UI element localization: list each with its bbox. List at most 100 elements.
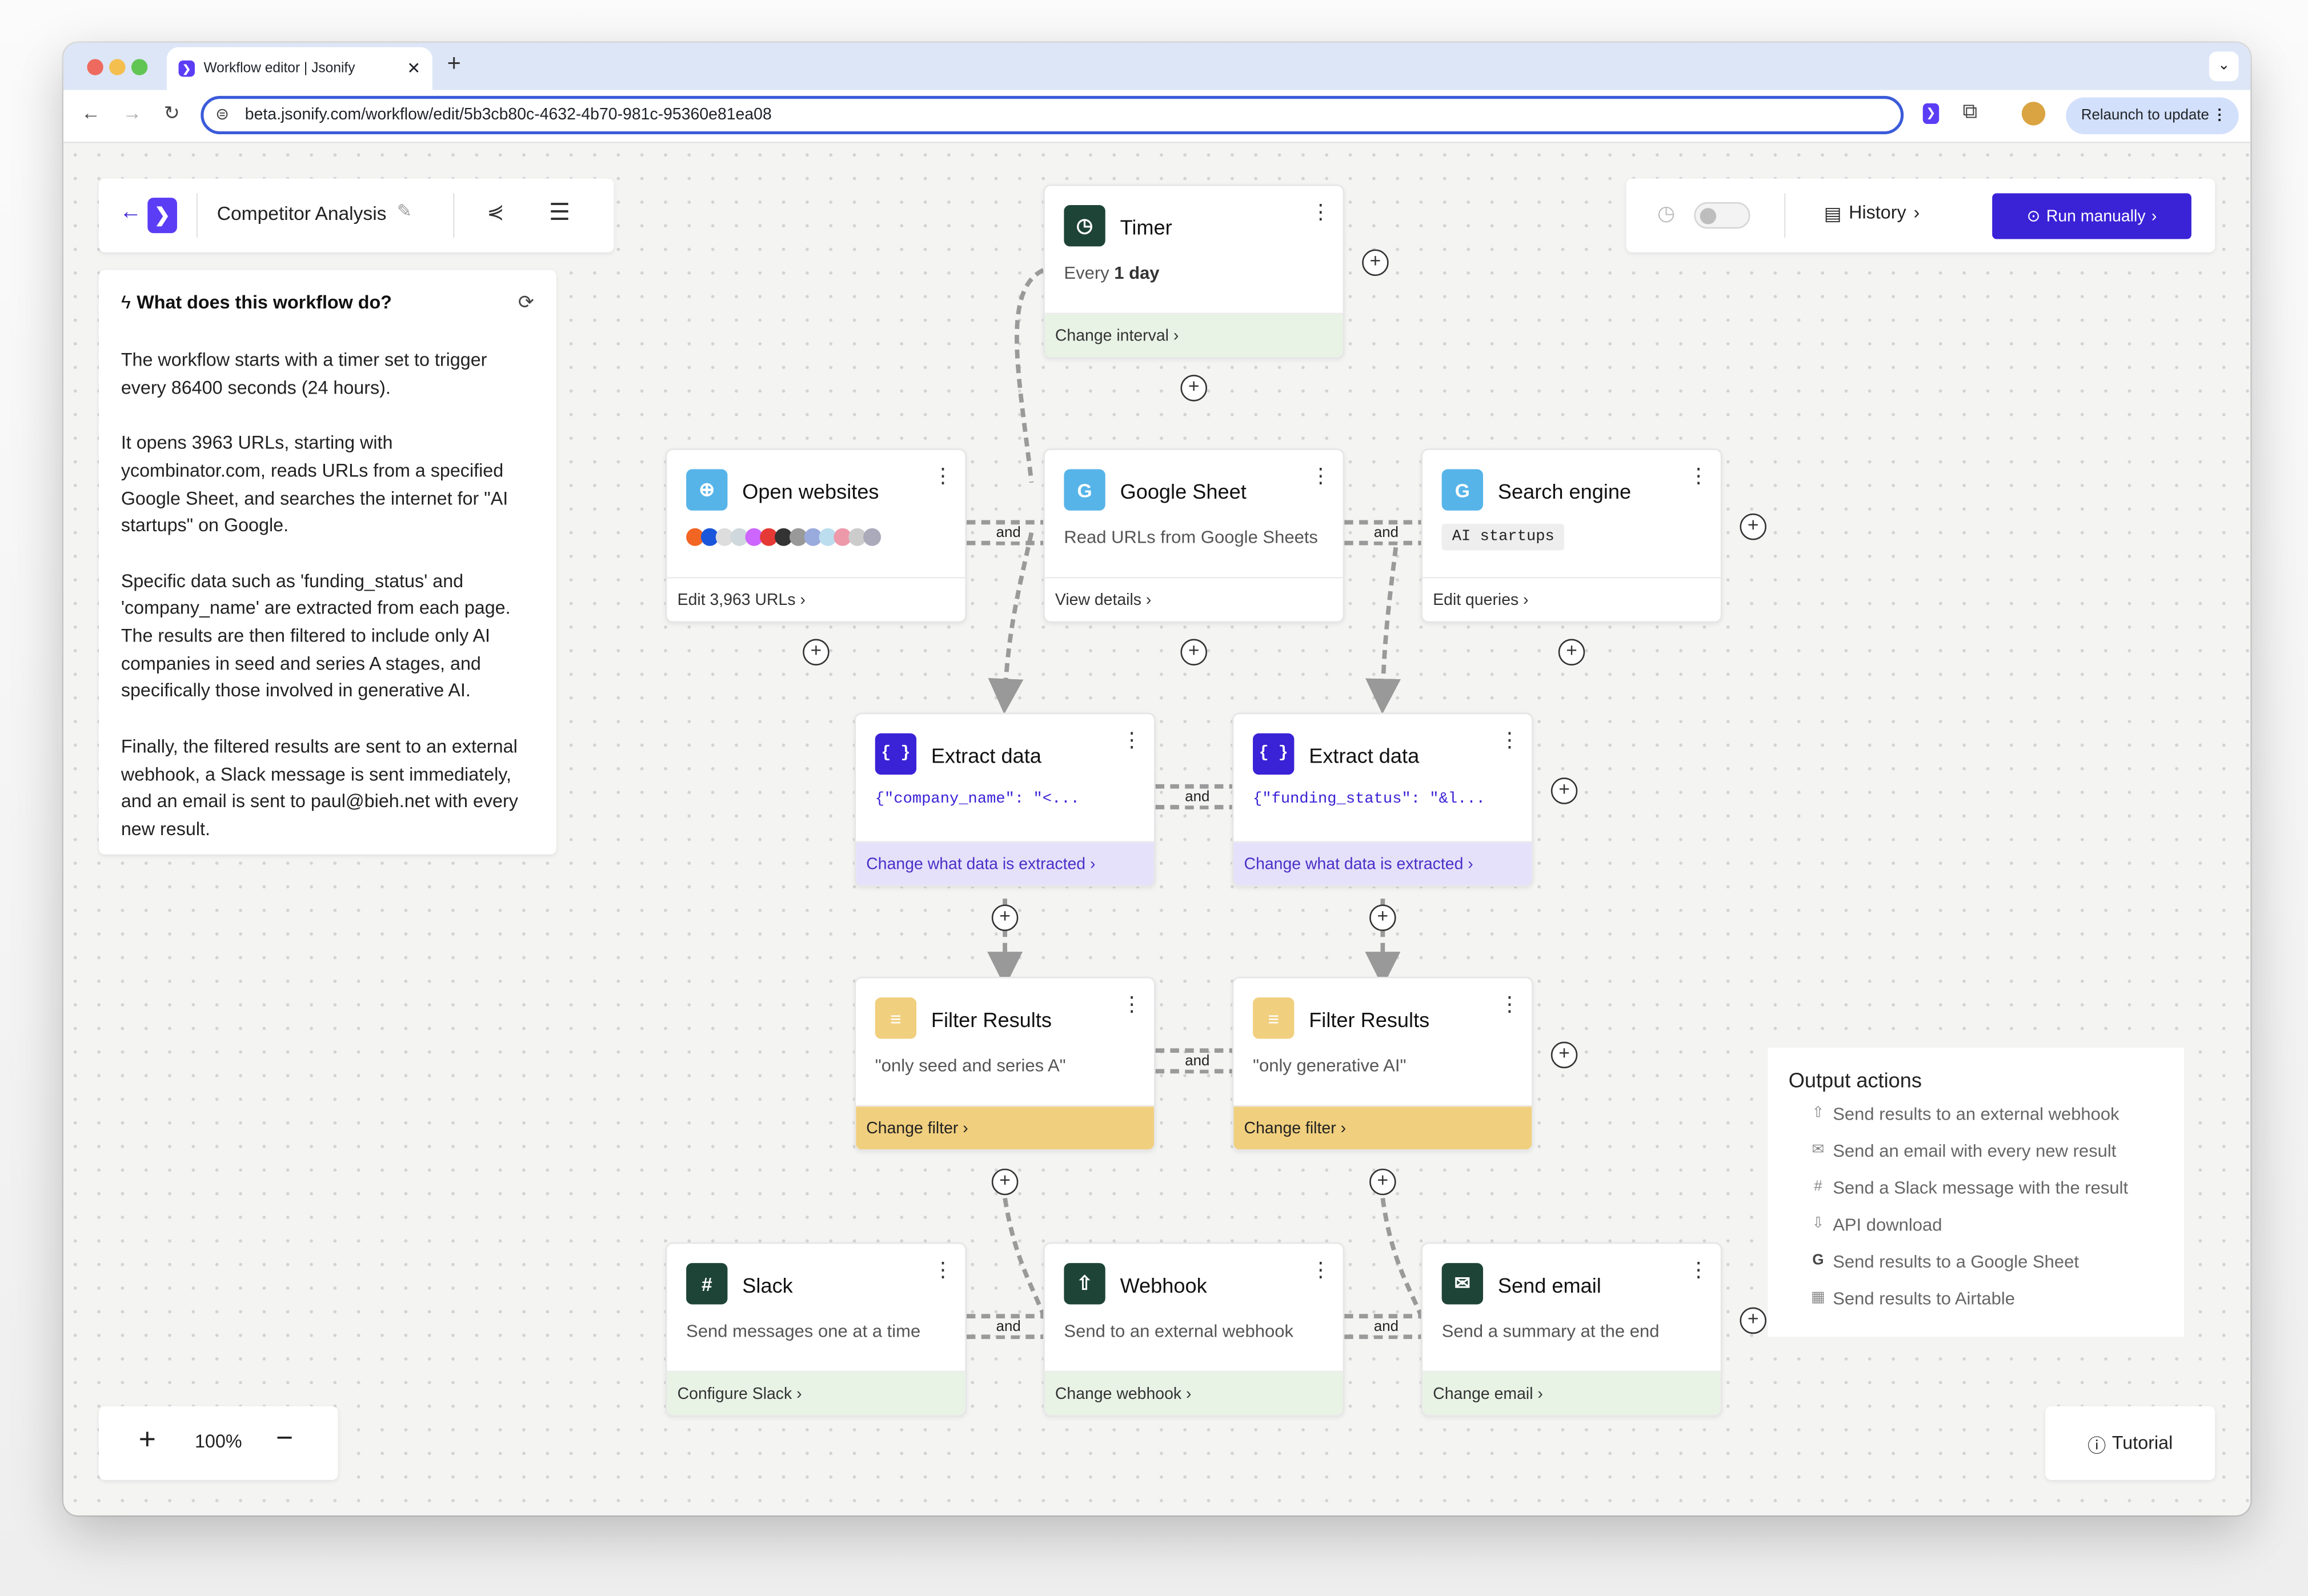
node-filter-results-2[interactable]: ≡ Filter Results ⋮ "only generative AI" … xyxy=(1232,977,1533,1151)
node-search-engine[interactable]: G Search engine ⋮ AI startups Edit queri… xyxy=(1421,448,1722,623)
change-filter-link[interactable]: Change filter › xyxy=(856,1105,1154,1150)
change-extracted-data-link[interactable]: Change what data is extracted › xyxy=(1233,841,1532,885)
add-step-plus-icon[interactable]: + xyxy=(1740,1307,1766,1334)
node-slack[interactable]: # Slack ⋮ Send messages one at a time Co… xyxy=(665,1242,967,1417)
back-arrow-icon[interactable]: ← xyxy=(81,102,101,124)
change-interval-link[interactable]: Change interval › xyxy=(1044,312,1343,358)
add-step-plus-icon[interactable]: + xyxy=(1558,639,1585,665)
configure-slack-link[interactable]: Configure Slack › xyxy=(667,1370,965,1415)
change-webhook-link[interactable]: Change webhook › xyxy=(1044,1370,1343,1415)
workflow-title[interactable]: Competitor Analysis xyxy=(217,202,387,224)
site-info-icon[interactable]: ⊜ xyxy=(215,105,229,124)
run-manually-button[interactable]: ⊙ Run manually › xyxy=(1992,193,2191,239)
history-button[interactable]: ▤ History › xyxy=(1824,202,1920,224)
chevron-right-icon: › xyxy=(1913,202,1920,223)
node-title: Extract data xyxy=(1309,743,1420,768)
node-webhook[interactable]: ⇧ Webhook ⋮ Send to an external webhook … xyxy=(1043,1242,1345,1417)
reload-icon[interactable]: ↻ xyxy=(164,102,180,125)
browser-tab[interactable]: ❯ Workflow editor | Jsonify ✕ xyxy=(166,47,432,90)
add-step-plus-icon[interactable]: + xyxy=(991,904,1019,931)
relaunch-button[interactable]: Relaunch to update ⋮ xyxy=(2066,97,2239,135)
more-vertical-icon[interactable]: ⋮ xyxy=(1311,200,1331,221)
close-window-button[interactable] xyxy=(87,59,103,75)
node-google-sheet[interactable]: G Google Sheet ⋮ Read URLs from Google S… xyxy=(1043,448,1345,623)
more-vertical-icon[interactable]: ⋮ xyxy=(1121,729,1142,749)
share-icon[interactable]: ⋞ xyxy=(487,199,504,224)
extract-schema-preview: {"funding_status": "&l... xyxy=(1253,791,1485,809)
more-vertical-icon[interactable]: ⋮ xyxy=(1499,729,1520,749)
node-open-websites[interactable]: ⊕ Open websites ⋮ Edit 3,963 URLs › xyxy=(665,448,967,623)
and-label: and xyxy=(1369,1319,1403,1336)
url-field[interactable]: ⊜ beta.jsonify.com/workflow/edit/5b3cb80… xyxy=(201,95,1904,135)
edit-queries-link[interactable]: Edit queries › xyxy=(1423,576,1721,621)
query-tag: AI startups xyxy=(1441,524,1565,551)
google-g-icon: G xyxy=(1441,469,1484,511)
output-action-email[interactable]: ✉ Send an email with every new result xyxy=(1809,1132,2184,1169)
change-filter-link[interactable]: Change filter › xyxy=(1233,1105,1532,1150)
node-extract-data-2[interactable]: { } Extract data ⋮ {"funding_status": "&… xyxy=(1232,712,1533,887)
output-action-api-download[interactable]: ⇩ API download xyxy=(1809,1205,2184,1242)
extensions-puzzle-icon[interactable]: ⧉ xyxy=(1963,99,1978,124)
node-description: Every 1 day xyxy=(1064,262,1160,283)
output-actions-panel: Output actions ⇧ Send results to an exter… xyxy=(1768,1048,2184,1337)
jsonify-extension-icon[interactable]: ❯ xyxy=(1922,103,1940,124)
forward-arrow-icon[interactable]: → xyxy=(122,102,142,124)
output-action-slack[interactable]: # Send a Slack message with the result xyxy=(1809,1169,2184,1206)
zoom-in-plus-icon[interactable]: + xyxy=(139,1424,156,1458)
profile-avatar[interactable] xyxy=(2021,102,2046,126)
node-filter-results-1[interactable]: ≡ Filter Results ⋮ "only seed and series… xyxy=(854,977,1156,1151)
output-action-webhook[interactable]: ⇧ Send results to an external webhook xyxy=(1809,1095,2184,1132)
new-tab-icon[interactable]: + xyxy=(447,51,461,78)
add-step-plus-icon[interactable]: + xyxy=(1362,249,1389,276)
node-title: Filter Results xyxy=(1309,1008,1430,1032)
node-extract-data-1[interactable]: { } Extract data ⋮ {"company_name": "<..… xyxy=(854,712,1156,887)
add-step-plus-icon[interactable]: + xyxy=(1369,904,1396,931)
more-vertical-icon[interactable]: ⋮ xyxy=(1688,465,1709,486)
edit-pencil-icon[interactable]: ✎ xyxy=(397,200,412,221)
menu-hamburger-icon[interactable]: ☰ xyxy=(549,198,570,227)
back-arrow-icon[interactable]: ← xyxy=(119,199,142,224)
more-vertical-icon[interactable]: ⋮ xyxy=(1688,1258,1709,1279)
zoom-out-minus-icon[interactable]: − xyxy=(276,1422,293,1456)
node-timer[interactable]: ◷ Timer ⋮ Every 1 day Change interval › xyxy=(1043,184,1345,359)
website-favicons xyxy=(686,528,881,546)
summary-paragraph: The workflow starts with a timer set to … xyxy=(121,350,487,398)
node-description: Send to an external webhook xyxy=(1064,1320,1293,1342)
maximize-window-button[interactable] xyxy=(131,59,148,75)
schedule-toggle[interactable] xyxy=(1694,202,1750,229)
connector-to-ex2 xyxy=(1365,532,1401,715)
slack-icon: # xyxy=(686,1263,728,1305)
slack-icon: # xyxy=(1814,1178,1822,1196)
node-send-email[interactable]: ✉ Send email ⋮ Send a summary at the end… xyxy=(1421,1242,1722,1417)
add-step-plus-icon[interactable]: + xyxy=(1550,777,1578,804)
add-step-plus-icon[interactable]: + xyxy=(1740,513,1766,540)
more-vertical-icon[interactable]: ⋮ xyxy=(1311,465,1331,486)
lightning-icon: ϟ xyxy=(121,292,131,313)
output-action-airtable[interactable]: ▦ Send results to Airtable xyxy=(1809,1280,2184,1317)
more-vertical-icon[interactable]: ⋮ xyxy=(1499,993,1520,1013)
edit-urls-link[interactable]: Edit 3,963 URLs › xyxy=(667,576,965,621)
minimize-window-button[interactable] xyxy=(109,59,126,75)
add-step-plus-icon[interactable]: + xyxy=(803,639,830,665)
change-email-link[interactable]: Change email › xyxy=(1423,1370,1721,1415)
add-step-plus-icon[interactable]: + xyxy=(1180,639,1207,665)
refresh-icon[interactable]: ⟳ xyxy=(518,291,534,314)
jsonify-logo-icon[interactable]: ❯ xyxy=(147,198,177,234)
close-tab-icon[interactable]: ✕ xyxy=(407,59,420,78)
view-details-link[interactable]: View details › xyxy=(1044,576,1343,621)
tab-search-chevron-down-icon[interactable]: ⌄ xyxy=(2209,51,2239,82)
node-title: Slack xyxy=(742,1273,793,1297)
more-vertical-icon[interactable]: ⋮ xyxy=(933,465,953,486)
add-step-plus-icon[interactable]: + xyxy=(991,1168,1019,1196)
google-g-icon: G xyxy=(1064,469,1105,511)
more-vertical-icon[interactable]: ⋮ xyxy=(933,1258,953,1279)
tutorial-button[interactable]: ⓘ Tutorial xyxy=(2045,1406,2215,1480)
workflow-canvas[interactable]: and and and and and and ← ❯ Competitor A… xyxy=(63,143,2251,1515)
output-action-google-sheet[interactable]: G Send results to a Google Sheet xyxy=(1809,1242,2184,1280)
add-step-plus-icon[interactable]: + xyxy=(1369,1168,1396,1196)
more-vertical-icon[interactable]: ⋮ xyxy=(1121,993,1142,1013)
add-step-plus-icon[interactable]: + xyxy=(1180,375,1207,402)
more-vertical-icon[interactable]: ⋮ xyxy=(1311,1258,1331,1279)
change-extracted-data-link[interactable]: Change what data is extracted › xyxy=(856,841,1154,885)
add-step-plus-icon[interactable]: + xyxy=(1550,1041,1578,1069)
